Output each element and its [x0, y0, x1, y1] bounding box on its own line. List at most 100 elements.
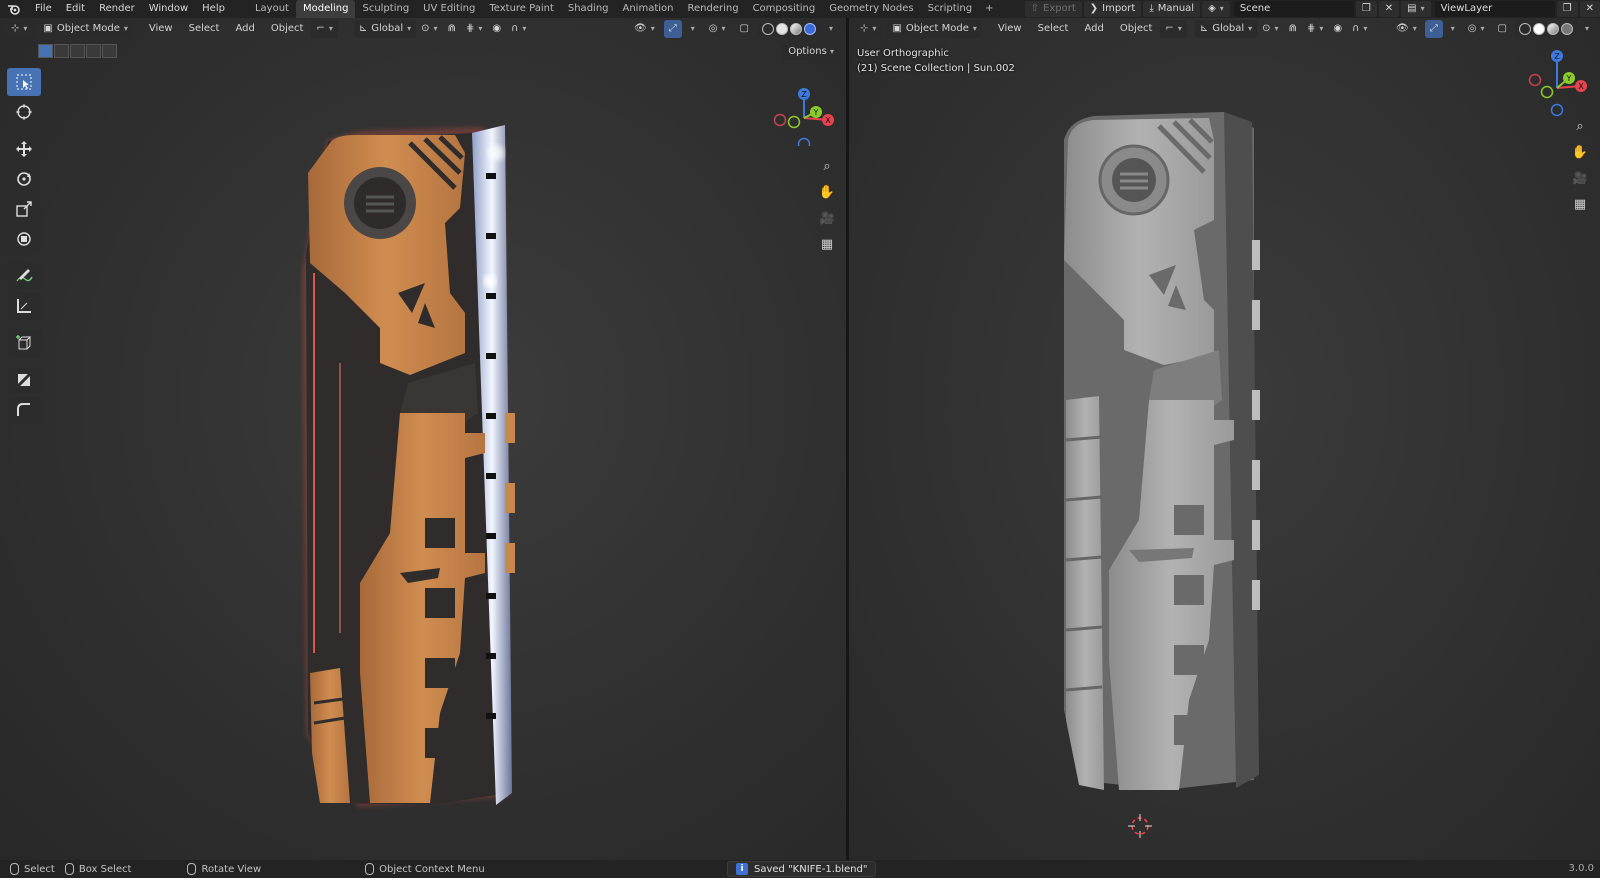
delete-scene-button[interactable]: ✕	[1378, 1, 1400, 17]
camera-view-button[interactable]: 🎥	[817, 208, 837, 228]
left-3d-viewport[interactable]: ⊹ ▾ ▣ Object Mode ▾ View Select Add Objec…	[0, 18, 846, 860]
knife-model-solid[interactable]	[1054, 100, 1284, 810]
select-extend-icon[interactable]	[54, 44, 69, 58]
wireframe-shading-icon[interactable]	[1518, 23, 1531, 35]
export-button[interactable]: ⇧ Export	[1024, 1, 1082, 17]
proportional-edit-toggle[interactable]: ◉	[487, 20, 506, 38]
pivot-point-button[interactable]: ⊙ ▾	[416, 20, 442, 38]
overlays-toggle[interactable]: ◎ ▾	[1463, 20, 1490, 38]
editor-type-button[interactable]: ⊹ ▾	[6, 20, 33, 38]
shading-dropdown[interactable]: ▾	[824, 20, 838, 38]
pan-button[interactable]: ✋	[1570, 142, 1590, 162]
menu-window[interactable]: Window	[142, 0, 195, 18]
new-view-layer-button[interactable]: ❐	[1556, 1, 1578, 17]
select-intersect-icon[interactable]	[102, 44, 117, 58]
new-scene-button[interactable]: ❐	[1355, 1, 1377, 17]
rendered-shading-icon[interactable]	[803, 23, 816, 35]
camera-view-button[interactable]: 🎥	[1570, 168, 1590, 188]
object-extra-dropdown[interactable]: ⌐ ▾	[1160, 20, 1187, 38]
wireframe-shading-icon[interactable]	[761, 23, 774, 35]
editor-type-button[interactable]: ⊹ ▾	[855, 20, 882, 38]
menu-edit[interactable]: Edit	[59, 0, 92, 18]
options-dropdown[interactable]: Options ▾	[782, 44, 840, 60]
select-invert-icon[interactable]	[86, 44, 101, 58]
menu-select[interactable]: Select	[181, 20, 228, 38]
add-workspace-button[interactable]: +	[979, 0, 999, 18]
add-cube-tool[interactable]	[7, 329, 41, 357]
proportional-edit-toggle[interactable]: ◉	[1328, 20, 1347, 38]
pivot-point-button[interactable]: ⊙ ▾	[1257, 20, 1283, 38]
menu-render[interactable]: Render	[92, 0, 142, 18]
falloff-button[interactable]: ∩ ▾	[506, 20, 531, 38]
ortho-toggle-button[interactable]: ▦	[1570, 194, 1590, 214]
select-subtract-icon[interactable]	[70, 44, 85, 58]
gizmo-dropdown[interactable]: ▾	[686, 20, 700, 38]
manual-button[interactable]: ⤓ Manual	[1143, 1, 1201, 17]
scale-tool[interactable]	[7, 195, 41, 223]
snap-target-button[interactable]: ⋕ ▾	[1302, 20, 1328, 38]
transform-orientation-dropdown[interactable]: ⊾ Global ▾	[1194, 20, 1258, 38]
menu-object[interactable]: Object	[263, 20, 312, 38]
tab-scripting[interactable]: Scripting	[921, 0, 979, 18]
knife-model-rendered[interactable]	[300, 113, 540, 823]
right-3d-viewport[interactable]: ⊹ ▾ ▣ Object Mode ▾ View Select Add Objec…	[849, 18, 1600, 860]
object-extra-dropdown[interactable]: ⌐ ▾	[311, 20, 338, 38]
blender-logo-icon[interactable]	[0, 3, 28, 15]
measure-tool[interactable]	[7, 292, 41, 320]
delete-view-layer-button[interactable]: ✕	[1579, 1, 1600, 17]
visibility-button[interactable]: 👁 ▾	[629, 20, 660, 38]
import-button[interactable]: ❯ Import	[1083, 1, 1142, 17]
shading-dropdown[interactable]: ▾	[1580, 20, 1594, 38]
menu-object[interactable]: Object	[1112, 20, 1161, 38]
snap-target-button[interactable]: ⋕ ▾	[461, 20, 487, 38]
tab-layout[interactable]: Layout	[248, 0, 296, 18]
tab-texture-paint[interactable]: Texture Paint	[482, 0, 561, 18]
move-tool[interactable]	[7, 135, 41, 163]
menu-view[interactable]: View	[990, 20, 1030, 38]
mode-dropdown[interactable]: ▣ Object Mode ▾	[887, 20, 982, 38]
tab-uv-editing[interactable]: UV Editing	[416, 0, 482, 18]
tab-modeling[interactable]: Modeling	[295, 0, 356, 18]
transform-orientation-dropdown[interactable]: ⊾ Global ▾	[353, 20, 417, 38]
material-preview-icon[interactable]	[1546, 23, 1559, 35]
rendered-shading-icon[interactable]	[1560, 23, 1573, 35]
gizmo-dropdown[interactable]: ▾	[1446, 20, 1460, 38]
solid-shading-icon[interactable]	[775, 23, 788, 35]
menu-view[interactable]: View	[141, 20, 181, 38]
gizmo-toggle[interactable]: ⤢	[1424, 20, 1443, 38]
visibility-button[interactable]: 👁 ▾	[1391, 20, 1422, 38]
menu-add[interactable]: Add	[1076, 20, 1111, 38]
view-layer-name-field[interactable]: ViewLayer	[1434, 1, 1555, 17]
falloff-button[interactable]: ∩ ▾	[1347, 20, 1372, 38]
tab-rendering[interactable]: Rendering	[680, 0, 745, 18]
snap-toggle[interactable]: ⋒	[1284, 20, 1302, 38]
bevel-tool[interactable]	[7, 396, 41, 424]
select-new-icon[interactable]	[38, 44, 53, 58]
pan-button[interactable]: ✋	[817, 182, 837, 202]
tab-geometry-nodes[interactable]: Geometry Nodes	[822, 0, 920, 18]
menu-help[interactable]: Help	[195, 0, 232, 18]
tab-compositing[interactable]: Compositing	[746, 0, 823, 18]
material-preview-icon[interactable]	[789, 23, 802, 35]
xray-toggle[interactable]: ▢	[1493, 20, 1512, 38]
menu-add[interactable]: Add	[227, 20, 262, 38]
navigation-gizmo[interactable]: Z X Y	[770, 66, 840, 146]
scene-name-field[interactable]: Scene	[1233, 1, 1354, 17]
solid-shading-icon[interactable]	[1532, 23, 1545, 35]
zoom-button[interactable]: ⌕	[817, 156, 837, 176]
snap-toggle[interactable]: ⋒	[443, 20, 461, 38]
extrude-tool[interactable]	[7, 366, 41, 394]
view-layer-selector-button[interactable]: ▤ ▾	[1401, 1, 1431, 17]
ortho-toggle-button[interactable]: ▦	[817, 234, 837, 254]
mode-dropdown[interactable]: ▣ Object Mode ▾	[38, 20, 133, 38]
annotate-tool[interactable]	[7, 262, 41, 290]
select-box-tool[interactable]	[7, 68, 41, 96]
save-report-message[interactable]: i Saved "KNIFE-1.blend"	[727, 861, 877, 877]
cursor-tool[interactable]	[7, 98, 41, 126]
rotate-tool[interactable]	[7, 165, 41, 193]
menu-file[interactable]: File	[28, 0, 59, 18]
navigation-gizmo[interactable]: Z X Y	[1523, 44, 1593, 124]
tab-sculpting[interactable]: Sculpting	[355, 0, 416, 18]
overlays-toggle[interactable]: ◎ ▾	[704, 20, 731, 38]
menu-select[interactable]: Select	[1030, 20, 1077, 38]
